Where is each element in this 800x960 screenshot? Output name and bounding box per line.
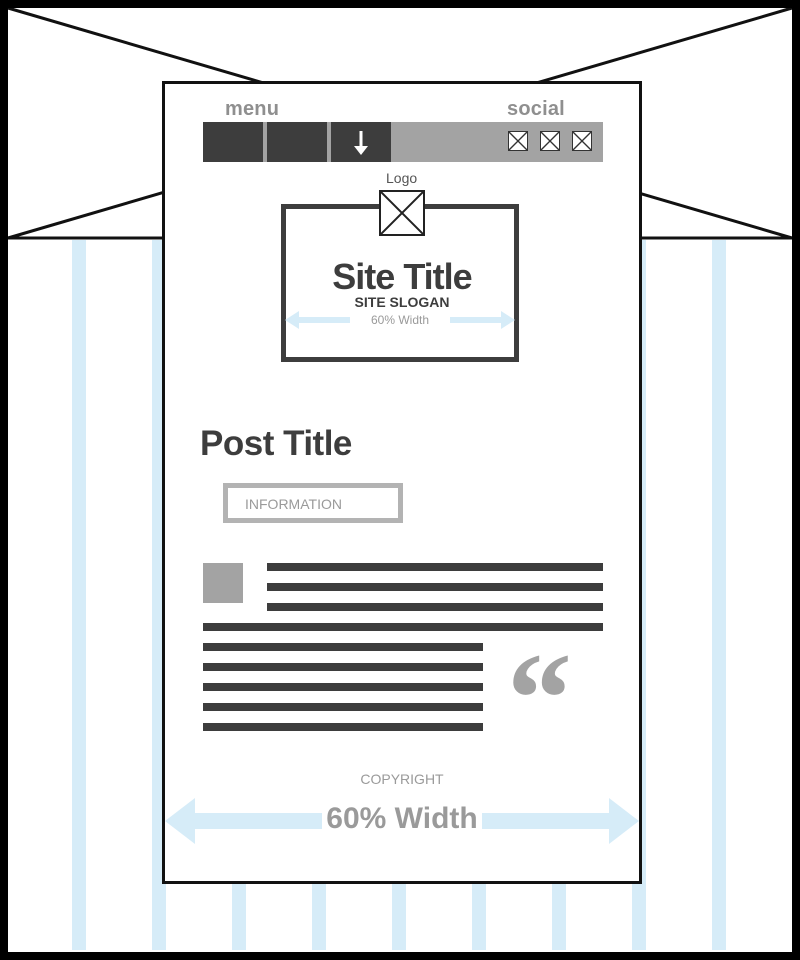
image-placeholder-icon — [381, 192, 423, 234]
text-line — [203, 663, 483, 671]
image-placeholder-icon — [509, 132, 527, 150]
text-line — [203, 723, 483, 731]
header-width-label: 60% Width — [350, 313, 450, 327]
dropdown-button[interactable] — [331, 122, 391, 162]
wireframe-stage: menu social Logo Site Title SITE SLOGAN … — [0, 0, 800, 960]
text-line — [203, 683, 483, 691]
copyright-text: COPYRIGHT — [360, 771, 444, 787]
image-placeholder-icon — [573, 132, 591, 150]
logo-placeholder-icon[interactable] — [379, 190, 425, 236]
social-label: social — [507, 98, 565, 120]
post-title: Post Title — [200, 424, 352, 463]
text-line — [267, 563, 603, 571]
page-container: menu social Logo Site Title SITE SLOGAN … — [162, 81, 642, 884]
logo-caption: Logo — [386, 170, 418, 186]
social-icon[interactable] — [508, 131, 528, 151]
grid-column — [712, 240, 726, 950]
menu-button[interactable] — [203, 122, 263, 162]
thumbnail-placeholder — [203, 563, 243, 603]
text-line — [267, 603, 603, 611]
nav-bar — [203, 122, 603, 162]
footer-width-label: 60% Width — [322, 802, 482, 836]
social-icon[interactable] — [572, 131, 592, 151]
site-slogan: SITE SLOGAN — [354, 294, 450, 310]
quote-mark-icon: “ — [507, 627, 572, 771]
information-box: INFORMATION — [223, 483, 403, 523]
text-line — [203, 643, 483, 651]
information-label: INFORMATION — [245, 496, 342, 512]
image-placeholder-icon — [541, 132, 559, 150]
grid-column — [72, 240, 86, 950]
menu-button[interactable] — [267, 122, 327, 162]
text-line — [267, 583, 603, 591]
site-title: Site Title — [332, 256, 472, 297]
text-line — [203, 703, 483, 711]
social-icon[interactable] — [540, 131, 560, 151]
arrow-down-icon — [354, 131, 368, 155]
menu-label: menu — [225, 98, 280, 120]
